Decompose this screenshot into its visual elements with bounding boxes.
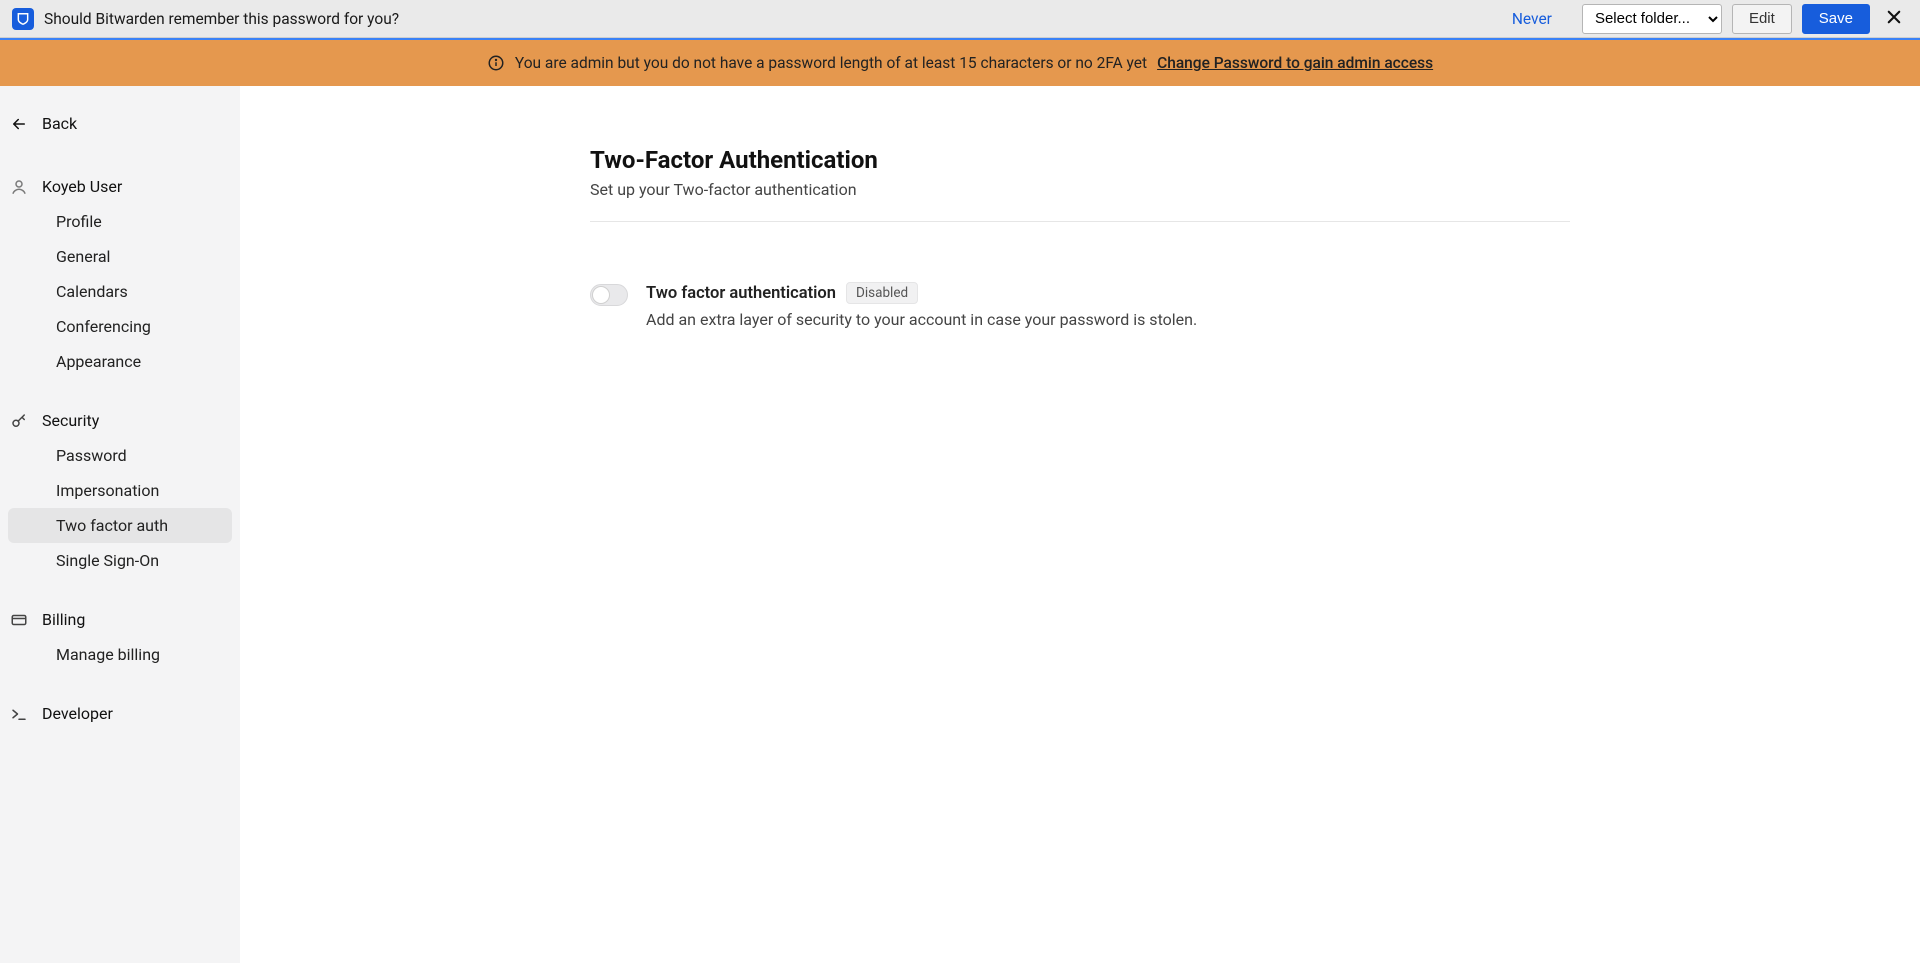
sidebar-item-appearance[interactable]: Appearance (8, 344, 232, 379)
sidebar-item-general[interactable]: General (8, 239, 232, 274)
page-title: Two-Factor Authentication (590, 146, 1570, 174)
bitwarden-bar: Should Bitwarden remember this password … (0, 0, 1920, 38)
bitwarden-never-link[interactable]: Never (1492, 4, 1572, 34)
sidebar-head-user[interactable]: Koyeb User (0, 169, 240, 204)
sidebar-head-user-label: Koyeb User (42, 177, 122, 196)
sidebar-item-calendars[interactable]: Calendars (8, 274, 232, 309)
bitwarden-edit-button[interactable]: Edit (1732, 4, 1792, 34)
sidebar-item-impersonation[interactable]: Impersonation (8, 473, 232, 508)
main-content: Two-Factor Authentication Set up your Tw… (240, 86, 1920, 963)
sidebar-item-password[interactable]: Password (8, 438, 232, 473)
sidebar-head-developer[interactable]: Developer (0, 696, 240, 731)
back-label: Back (42, 114, 77, 133)
sidebar-item-conferencing[interactable]: Conferencing (8, 309, 232, 344)
toggle-knob (592, 286, 610, 304)
bitwarden-close-button[interactable] (1880, 8, 1908, 30)
two-factor-setting-title: Two factor authentication (646, 284, 836, 303)
two-factor-status-badge: Disabled (846, 282, 918, 304)
sidebar-item-profile[interactable]: Profile (8, 204, 232, 239)
sidebar-head-security-label: Security (42, 411, 99, 430)
sidebar-head-billing-label: Billing (42, 610, 85, 629)
bitwarden-folder-select[interactable]: Select folder... (1582, 4, 1722, 34)
change-password-link[interactable]: Change Password to gain admin access (1157, 54, 1433, 72)
sidebar-item-sso[interactable]: Single Sign-On (8, 543, 232, 578)
sidebar-item-two-factor-auth[interactable]: Two factor auth (8, 508, 232, 543)
key-icon (10, 412, 28, 430)
two-factor-setting-row: Two factor authentication Disabled Add a… (590, 282, 1570, 329)
bitwarden-prompt-text: Should Bitwarden remember this password … (44, 10, 399, 28)
user-icon (10, 178, 28, 196)
bitwarden-save-button[interactable]: Save (1802, 4, 1870, 34)
arrow-left-icon (10, 115, 28, 133)
back-button[interactable]: Back (0, 114, 240, 133)
workspace: Back Koyeb User Profile General Calendar… (0, 86, 1920, 963)
sidebar-group-billing: Billing Manage billing (0, 602, 240, 672)
two-factor-toggle[interactable] (590, 284, 628, 306)
sidebar-group-security: Security Password Impersonation Two fact… (0, 403, 240, 578)
bitwarden-logo-icon (12, 8, 34, 30)
sidebar-head-developer-label: Developer (42, 704, 113, 723)
terminal-icon (10, 705, 28, 723)
divider (590, 221, 1570, 222)
admin-warning-text: You are admin but you do not have a pass… (515, 54, 1147, 72)
page-subtitle: Set up your Two-factor authentication (590, 180, 1570, 199)
content-inner: Two-Factor Authentication Set up your Tw… (590, 146, 1570, 329)
info-icon (487, 54, 505, 72)
admin-warning-banner: You are admin but you do not have a pass… (0, 40, 1920, 86)
sidebar-group-user: Koyeb User Profile General Calendars Con… (0, 169, 240, 379)
sidebar: Back Koyeb User Profile General Calendar… (0, 86, 240, 963)
sidebar-item-manage-billing[interactable]: Manage billing (8, 637, 232, 672)
card-icon (10, 611, 28, 629)
two-factor-setting-description: Add an extra layer of security to your a… (646, 310, 1197, 329)
sidebar-group-developer: Developer (0, 696, 240, 731)
sidebar-head-security[interactable]: Security (0, 403, 240, 438)
close-icon (1885, 8, 1903, 26)
sidebar-head-billing[interactable]: Billing (0, 602, 240, 637)
